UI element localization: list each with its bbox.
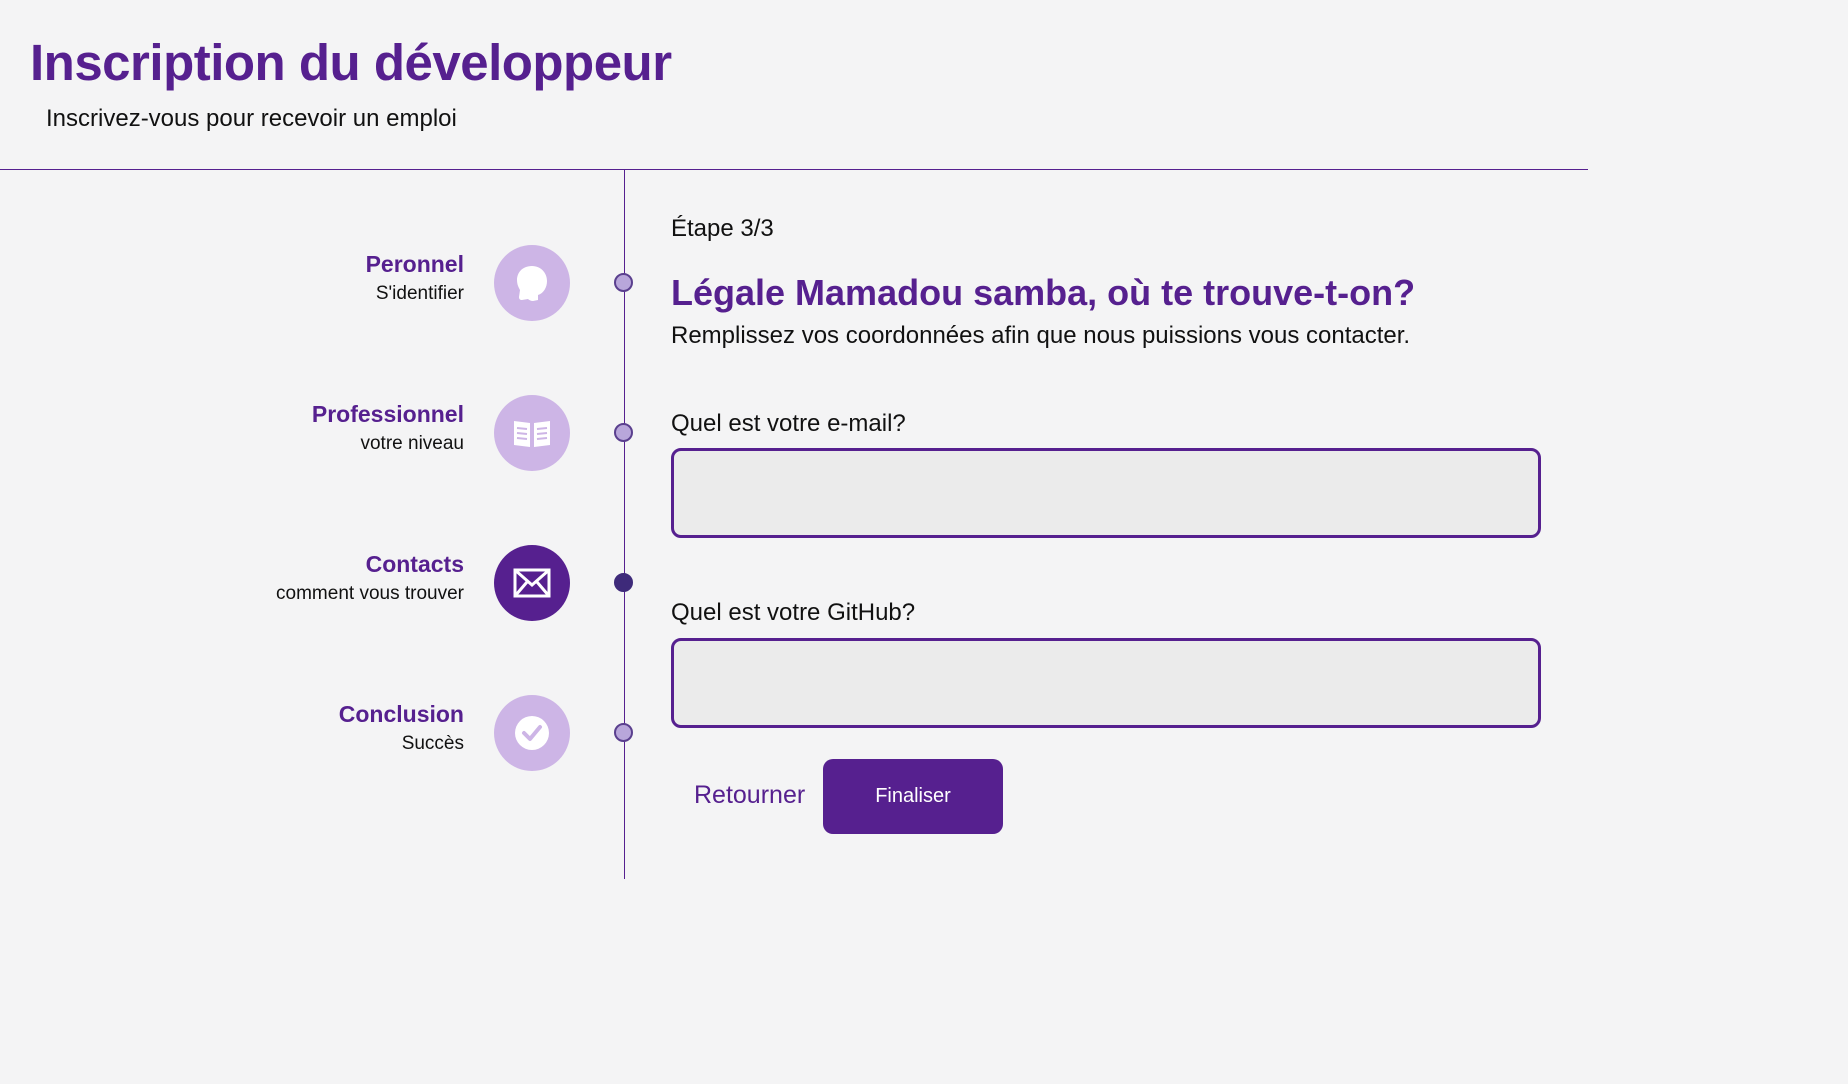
check-circle-icon [494,695,570,771]
envelope-icon [494,545,570,621]
page-title: Inscription du développeur [30,34,672,91]
step-subtitle: comment vous trouver [276,583,464,604]
github-field[interactable] [671,638,1541,728]
step-title: Professionnel [311,401,464,427]
timeline-dot [614,273,633,292]
timeline-dot [614,423,633,442]
finish-button[interactable]: Finaliser [823,759,1003,834]
step-personnel[interactable]: Peronnel S'identifier [0,245,640,321]
back-link[interactable]: Retourner [694,780,805,810]
step-subtitle: votre niveau [360,433,464,454]
step-conclusion[interactable]: Conclusion Succès [0,695,640,771]
step-subtitle: Succès [401,733,464,754]
email-field[interactable] [671,448,1541,538]
timeline-dot [614,573,633,592]
step-subtitle: S'identifier [375,283,464,304]
step-indicator: Étape 3/3 [671,215,774,242]
step-text: Professionnel votre niveau [312,399,464,459]
timeline-dot [614,723,633,742]
page-subtitle: Inscrivez-vous pour recevoir un emploi [46,105,457,132]
step-text: Peronnel S'identifier [366,249,464,309]
github-label: Quel est votre GitHub? [671,599,916,626]
step-contacts[interactable]: Contacts comment vous trouver [0,545,640,621]
form-title: Légale Mamadou samba, où te trouve-t-on? [671,272,1416,313]
step-title: Peronnel [365,251,464,277]
header-divider [0,169,1588,170]
step-text: Contacts comment vous trouver [276,549,464,609]
registration-page: Inscription du développeur Inscrivez-vou… [0,0,1848,1084]
open-book-icon [494,395,570,471]
step-professionnel[interactable]: Professionnel votre niveau [0,395,640,471]
form-description: Remplissez vos coordonnées afin que nous… [671,322,1411,349]
step-title: Conclusion [338,701,464,727]
step-text: Conclusion Succès [339,699,464,759]
person-head-icon [494,245,570,321]
step-title: Contacts [365,551,464,577]
email-label: Quel est votre e-mail? [671,410,906,437]
